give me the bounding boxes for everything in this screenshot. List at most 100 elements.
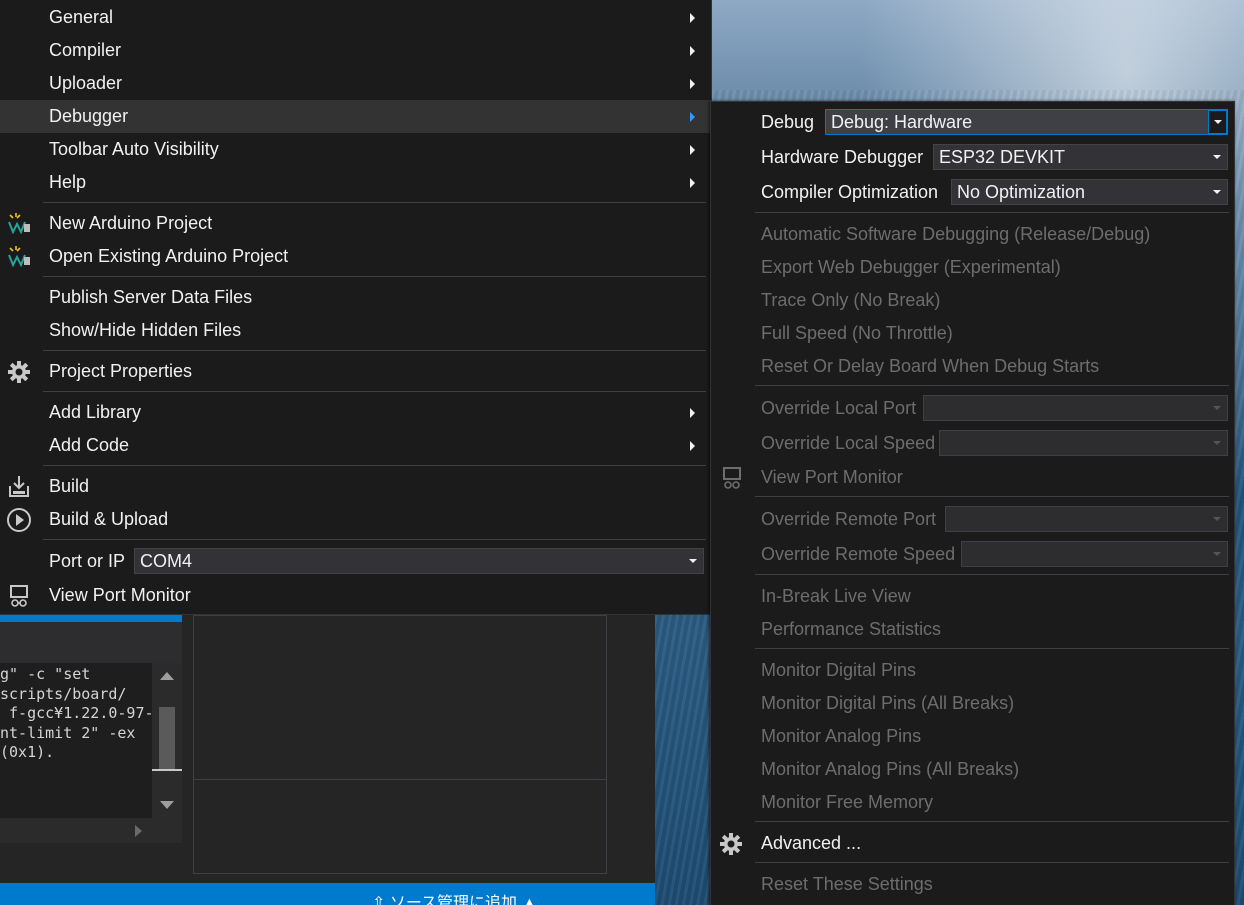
override-remote-speed-select[interactable]	[961, 541, 1228, 567]
menu-item-monitor-analog-pins[interactable]: Monitor Analog Pins	[711, 720, 1234, 753]
menu-item-show-hide-hidden-files[interactable]: Show/Hide Hidden Files	[0, 314, 711, 347]
menu-item-toolbar-auto-visibility[interactable]: Toolbar Auto Visibility	[0, 133, 711, 166]
menu-separator	[43, 539, 706, 540]
menu-item-label: Full Speed (No Throttle)	[761, 323, 953, 343]
menu-item-override-local-speed: Override Local Speed	[711, 427, 1234, 460]
hardware-debugger-select[interactable]: ESP32 DEVKIT	[933, 144, 1228, 170]
menu-item-label: Publish Server Data Files	[49, 287, 253, 307]
submenu-arrow-icon	[690, 178, 695, 188]
chevron-down-icon[interactable]	[1213, 406, 1221, 410]
menu-item-label: Add Code	[49, 435, 130, 455]
menu-item-port-or-ip: Port or IP COM4	[0, 545, 711, 578]
scroll-right-icon[interactable]	[135, 825, 142, 837]
menu-item-automatic-software-debugging[interactable]: Automatic Software Debugging (Release/De…	[711, 218, 1234, 251]
menu-item-label: View Port Monitor	[49, 585, 191, 605]
menu-separator	[755, 574, 1229, 575]
terminal-line: scripts/board/	[0, 684, 127, 703]
menu-item-full-speed[interactable]: Full Speed (No Throttle)	[711, 317, 1234, 350]
debug-mode-select[interactable]: Debug: Hardware	[825, 109, 1228, 135]
menu-item-monitor-free-memory[interactable]: Monitor Free Memory	[711, 786, 1234, 819]
override-local-speed-select[interactable]	[939, 430, 1228, 456]
override-remote-port-select[interactable]	[945, 506, 1228, 532]
menu-item-publish-server-data-files[interactable]: Publish Server Data Files	[0, 281, 711, 314]
menu-item-label: Advanced ...	[761, 833, 862, 853]
menu-item-compiler[interactable]: Compiler	[0, 34, 711, 67]
menu-item-label: Monitor Digital Pins	[761, 660, 917, 680]
menu-item-trace-only[interactable]: Trace Only (No Break)	[711, 284, 1234, 317]
menu-item-general[interactable]: General	[0, 1, 711, 34]
override-local-port-select[interactable]	[923, 395, 1228, 421]
submenu-arrow-icon	[690, 46, 695, 56]
port-monitor-icon	[723, 467, 741, 489]
menu-item-build-and-upload[interactable]: Build & Upload	[0, 503, 711, 536]
menu-item-label: Trace Only (No Break)	[761, 290, 941, 310]
menu-item-label: View Port Monitor	[761, 467, 903, 487]
scroll-down-icon[interactable]	[160, 801, 174, 809]
menu-item-export-web-debugger[interactable]: Export Web Debugger (Experimental)	[711, 251, 1234, 284]
menu-item-monitor-digital-pins[interactable]: Monitor Digital Pins	[711, 654, 1234, 687]
menu-item-advanced[interactable]: Advanced ...	[711, 827, 1234, 860]
scroll-marker	[152, 769, 182, 771]
menu-item-in-break-live-view[interactable]: In-Break Live View	[711, 580, 1234, 613]
chevron-down-icon[interactable]	[1213, 517, 1221, 521]
menu-item-label: Export Web Debugger (Experimental)	[761, 257, 1061, 277]
play-circle-icon	[7, 508, 31, 532]
menu-item-project-properties[interactable]: Project Properties	[0, 355, 711, 388]
terminal-horizontal-scrollbar[interactable]	[0, 818, 182, 843]
menu-item-label: New Arduino Project	[49, 213, 213, 233]
chevron-down-icon[interactable]	[1208, 110, 1227, 134]
menu-item-monitor-analog-pins-all-breaks[interactable]: Monitor Analog Pins (All Breaks)	[711, 753, 1234, 786]
hardware-debugger-value: ESP32 DEVKIT	[939, 147, 1066, 167]
menu-item-new-arduino-project[interactable]: New Arduino Project	[0, 207, 711, 240]
menu-item-label: Build	[49, 476, 90, 496]
vmicro-context-menu: General Compiler Uploader Debugger Toolb…	[0, 0, 712, 615]
compiler-optimization-select[interactable]: No Optimization	[951, 179, 1228, 205]
menu-item-label: Monitor Digital Pins (All Breaks)	[761, 693, 1015, 713]
submenu-arrow-icon	[690, 441, 695, 451]
menu-item-help[interactable]: Help	[0, 166, 711, 199]
arduino-project-icon	[8, 213, 30, 234]
debug-mode-label: Debug	[761, 112, 815, 132]
gear-icon	[720, 833, 742, 855]
menu-item-label: Reset Or Delay Board When Debug Starts	[761, 356, 1100, 376]
port-select[interactable]: COM4	[134, 548, 704, 574]
chevron-down-icon[interactable]	[1213, 190, 1221, 194]
output-panel-accent	[0, 615, 182, 622]
menu-item-label: Show/Hide Hidden Files	[49, 320, 242, 340]
chevron-down-icon[interactable]	[689, 559, 697, 563]
menu-separator	[43, 465, 706, 466]
compiler-optimization-row: Compiler Optimization No Optimization	[711, 176, 1234, 209]
chevron-down-icon[interactable]	[1213, 155, 1221, 159]
menu-separator	[43, 391, 706, 392]
menu-item-reset-or-delay-board[interactable]: Reset Or Delay Board When Debug Starts	[711, 350, 1234, 383]
menu-item-performance-statistics[interactable]: Performance Statistics	[711, 613, 1234, 646]
menu-item-label: Override Remote Port	[761, 509, 937, 529]
menu-item-label: Add Library	[49, 402, 142, 422]
menu-item-label: Monitor Analog Pins	[761, 726, 922, 746]
menu-item-view-port-monitor[interactable]: View Port Monitor	[0, 579, 711, 612]
chevron-down-icon[interactable]	[1213, 441, 1221, 445]
submenu-arrow-icon	[690, 112, 695, 122]
menu-item-label: Build & Upload	[49, 509, 169, 529]
menu-item-open-existing-arduino-project[interactable]: Open Existing Arduino Project	[0, 240, 711, 273]
menu-item-uploader[interactable]: Uploader	[0, 67, 711, 100]
arduino-project-icon	[8, 246, 30, 267]
source-control-button[interactable]: ⇧ ソース管理に追加 ▲	[372, 889, 537, 905]
editor-panel	[182, 615, 655, 883]
menu-item-debugger[interactable]: Debugger	[0, 100, 711, 133]
editor-panel-box	[193, 615, 607, 874]
menu-item-add-code[interactable]: Add Code	[0, 429, 711, 462]
scroll-up-icon[interactable]	[160, 672, 174, 680]
menu-item-add-library[interactable]: Add Library	[0, 396, 711, 429]
menu-item-label: Override Local Speed	[761, 433, 936, 453]
terminal-vertical-scrollbar[interactable]	[152, 663, 182, 818]
menu-item-label: Open Existing Arduino Project	[49, 246, 289, 266]
scroll-thumb[interactable]	[159, 707, 175, 769]
menu-item-reset-these-settings[interactable]: Reset These Settings	[711, 868, 1234, 901]
menu-item-view-port-monitor-debug[interactable]: View Port Monitor	[711, 461, 1234, 494]
menu-item-build[interactable]: Build	[0, 470, 711, 503]
compiler-optimization-value: No Optimization	[957, 182, 1086, 202]
terminal-line: g" -c "set	[0, 665, 91, 683]
chevron-down-icon[interactable]	[1213, 552, 1221, 556]
menu-item-monitor-digital-pins-all-breaks[interactable]: Monitor Digital Pins (All Breaks)	[711, 687, 1234, 720]
